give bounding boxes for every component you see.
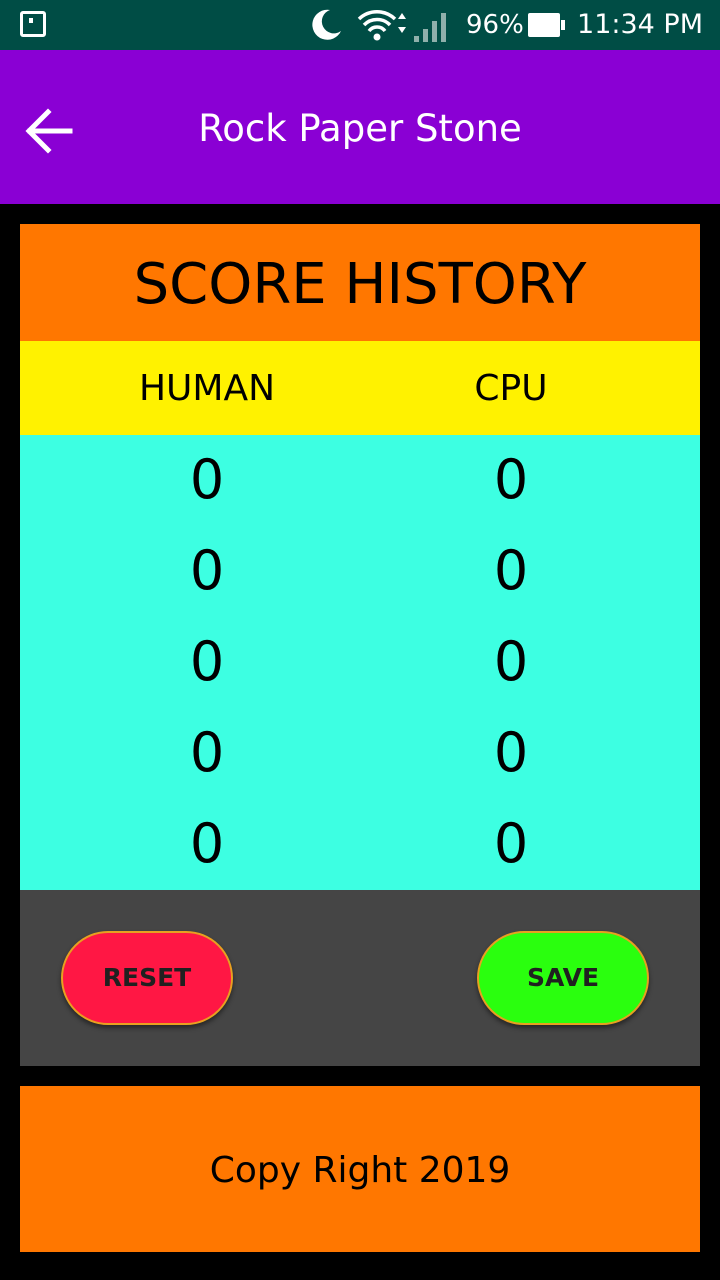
moon-icon <box>312 9 341 40</box>
score-row: 0 0 <box>20 617 700 708</box>
wifi-icon <box>357 10 406 41</box>
status-bar: 96% 11:34 PM <box>0 0 720 50</box>
cpu-score: 0 <box>493 812 529 875</box>
clock: 11:34 PM <box>577 9 703 40</box>
battery-icon <box>528 13 565 37</box>
score-row: 0 0 <box>20 799 700 890</box>
app-bar: Rock Paper Stone <box>0 50 720 204</box>
copyright-footer: Copy Right 2019 <box>20 1086 700 1252</box>
cpu-score: 0 <box>493 721 529 784</box>
cpu-score: 0 <box>493 448 529 511</box>
column-headers: HUMAN CPU <box>20 341 700 435</box>
column-header-cpu: CPU <box>474 368 548 409</box>
action-bar: RESET SAVE <box>20 890 700 1066</box>
signal-icon <box>414 13 446 42</box>
save-button[interactable]: SAVE <box>477 931 649 1025</box>
human-score: 0 <box>189 630 225 693</box>
app-title: Rock Paper Stone <box>198 107 522 150</box>
score-row: 0 0 <box>20 435 700 526</box>
score-row: 0 0 <box>20 708 700 799</box>
human-score: 0 <box>189 721 225 784</box>
column-header-human: HUMAN <box>138 368 276 409</box>
notification-icon <box>20 11 46 37</box>
cpu-score: 0 <box>493 539 529 602</box>
reset-button[interactable]: RESET <box>61 931 233 1025</box>
cpu-score: 0 <box>493 630 529 693</box>
human-score: 0 <box>189 448 225 511</box>
score-history-card: SCORE HISTORY HUMAN CPU 0 0 0 0 0 0 0 0 … <box>20 224 700 1066</box>
score-history-title: SCORE HISTORY <box>20 224 700 341</box>
battery-percent: 96% <box>466 10 524 40</box>
human-score: 0 <box>189 539 225 602</box>
score-list: 0 0 0 0 0 0 0 0 0 0 <box>20 435 700 890</box>
score-row: 0 0 <box>20 526 700 617</box>
human-score: 0 <box>189 812 225 875</box>
